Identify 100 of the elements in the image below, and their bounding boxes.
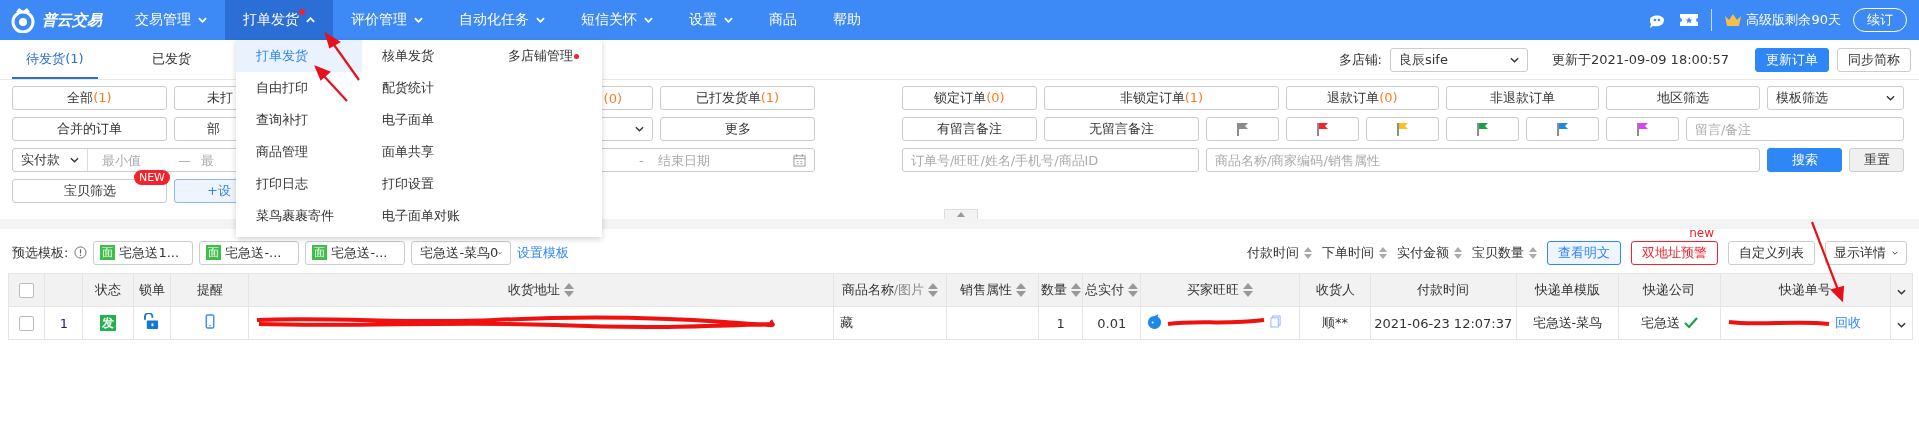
sort-icon — [1454, 246, 1462, 259]
flag-filter-button[interactable] — [1446, 117, 1519, 141]
menu-item[interactable]: 打印日志 — [236, 168, 362, 200]
sort-option[interactable]: 付款时间 — [1247, 243, 1312, 262]
select-all-checkbox[interactable] — [19, 283, 35, 298]
template-name: 宅急送1... — [119, 243, 180, 262]
toolbar-button[interactable]: 自定义列表 — [1728, 240, 1815, 265]
flag-filter-button[interactable] — [1526, 117, 1599, 141]
order-search-field[interactable]: 订单号/旺旺/姓名/手机号/商品ID — [902, 148, 1199, 172]
sort-option[interactable]: 实付金额 — [1397, 243, 1462, 262]
header-button[interactable]: 更新订单 — [1755, 47, 1829, 72]
filter-button[interactable]: 全部(1) — [12, 86, 167, 110]
search-button[interactable]: 搜索 — [1767, 148, 1842, 172]
sort-icon — [1304, 246, 1312, 259]
column-header: 锁单 — [138, 281, 165, 299]
shop-select[interactable]: 良辰sife — [1389, 47, 1528, 72]
phone-icon[interactable] — [204, 314, 215, 329]
shop-label: 多店铺: — [1338, 50, 1382, 69]
filter-button[interactable]: 合并的订单 — [12, 117, 167, 141]
menu-item[interactable]: 查询补打 — [236, 104, 362, 136]
menu-item[interactable]: 电子面单对账 — [362, 200, 488, 232]
table-cell: 宅急送-菜鸟 — [1532, 315, 1603, 330]
table-cell: 顺** — [1322, 315, 1349, 330]
ticket-icon[interactable] — [1679, 13, 1700, 27]
template-button[interactable]: 面 宅急送-... — [305, 240, 406, 265]
waybill-badge: 面 — [206, 245, 222, 260]
filter-button[interactable]: 有留言备注 — [902, 117, 1037, 141]
caret-icon — [724, 17, 733, 23]
filter-button[interactable]: 非锁定订单(1) — [1044, 86, 1279, 110]
nav-menu-item[interactable]: 打单发货 — [225, 0, 333, 40]
menu-item[interactable]: 电子面单 — [362, 104, 488, 136]
table-cell: 2021-06-23 12:07:37 — [1374, 315, 1513, 331]
expand-icon[interactable] — [1896, 288, 1906, 295]
update-time: 更新于2021-09-09 18:00:57 — [1551, 50, 1729, 69]
sort-icon[interactable] — [1128, 283, 1139, 297]
row-checkbox[interactable] — [19, 316, 35, 331]
column-header: 快递单模版 — [1534, 281, 1600, 299]
menu-item[interactable]: 多店铺管理 — [488, 40, 602, 72]
remark-field[interactable]: 留言/备注 — [1686, 117, 1904, 141]
new-badge: NEW — [133, 170, 170, 185]
sort-icon[interactable] — [928, 283, 939, 297]
template-button[interactable]: 面 宅急送-... — [199, 240, 300, 265]
expand-icon[interactable] — [1896, 321, 1906, 328]
flag-filter-button[interactable] — [1366, 117, 1439, 141]
sort-icon[interactable] — [564, 283, 575, 297]
waybill-badge: 面 — [100, 245, 116, 260]
caret-icon — [306, 17, 315, 23]
filter-button[interactable]: 地区筛选 — [1606, 86, 1760, 110]
sort-icon[interactable] — [1243, 283, 1254, 297]
crown-icon — [1724, 13, 1743, 27]
status-badge: 发 — [100, 315, 117, 331]
menu-item[interactable]: 核单发货 — [362, 40, 488, 72]
flag-filter-button[interactable] — [1606, 117, 1679, 141]
row-index: 1 — [59, 315, 68, 331]
end-date-field[interactable]: 结束日期 — [643, 149, 734, 171]
flag-filter-button[interactable] — [1206, 117, 1279, 141]
menu-item[interactable]: 自由打印 — [236, 72, 362, 104]
collapse-handle[interactable] — [943, 209, 978, 219]
info-icon[interactable] — [74, 246, 88, 259]
sort-icon[interactable] — [1015, 283, 1026, 297]
filter-button[interactable]: 非退款订单 — [1446, 86, 1599, 110]
menu-item[interactable]: 面单共享 — [362, 136, 488, 168]
menu-item[interactable]: 打印设置 — [362, 168, 488, 200]
header-button[interactable]: 同步简称 — [1837, 47, 1911, 72]
unlock-icon[interactable] — [144, 313, 160, 330]
waybill-badge: 面 — [312, 245, 328, 260]
detail-select[interactable]: 显示详情 — [1825, 240, 1907, 265]
filter-button[interactable]: 无留言备注 — [1044, 117, 1199, 141]
more-button[interactable]: 更多 — [660, 117, 815, 141]
order-tab[interactable]: 待发货(1) — [12, 40, 98, 79]
calendar-icon[interactable] — [793, 153, 806, 167]
filter-button[interactable]: 退款订单(0) — [1286, 86, 1439, 110]
table-cell: 宅急送 — [1641, 314, 1680, 332]
product-search-field[interactable]: 商品名称/商家编码/销售属性 — [1206, 148, 1760, 172]
column-header: 提醒 — [196, 281, 223, 299]
sort-option[interactable]: 宝贝数量 — [1472, 243, 1537, 262]
flag-filter-button[interactable] — [1286, 117, 1359, 141]
template-button[interactable]: 面 宅急送1... — [93, 240, 194, 265]
menu-item[interactable]: 配货统计 — [362, 72, 488, 104]
template-filter-select[interactable]: 模板筛选 — [1767, 86, 1904, 110]
copy-icon[interactable] — [1270, 315, 1282, 328]
toolbar-button[interactable]: 双地址预警 — [1631, 240, 1718, 265]
template-select[interactable]: 宅急送-菜鸟0 — [411, 240, 512, 265]
table-cell: 0.01 — [1097, 315, 1127, 331]
template-name: 宅急送-... — [225, 243, 282, 262]
filter-button[interactable]: 已打发货单(1) — [660, 86, 815, 110]
sort-option[interactable]: 下单时间 — [1322, 243, 1387, 262]
reset-button[interactable]: 重置 — [1849, 148, 1904, 172]
recycle-link[interactable]: 回收 — [1834, 314, 1861, 332]
column-header: 销售属性 — [959, 281, 1012, 299]
annotation-arrow — [314, 65, 348, 102]
filter-button[interactable]: 锁定订单(0) — [902, 86, 1037, 110]
column-header: 数量 — [1040, 281, 1067, 299]
sort-icon[interactable] — [1070, 283, 1081, 297]
order-tab[interactable]: 已发货 — [128, 40, 214, 79]
sort-icon — [1529, 246, 1537, 259]
menu-item[interactable]: 菜鸟裹裹寄件 — [236, 200, 362, 232]
column-header: 商品名称/图片 — [841, 281, 925, 299]
template-settings-link[interactable]: 设置模板 — [517, 243, 570, 262]
column-header: 付款时间 — [1417, 281, 1470, 299]
